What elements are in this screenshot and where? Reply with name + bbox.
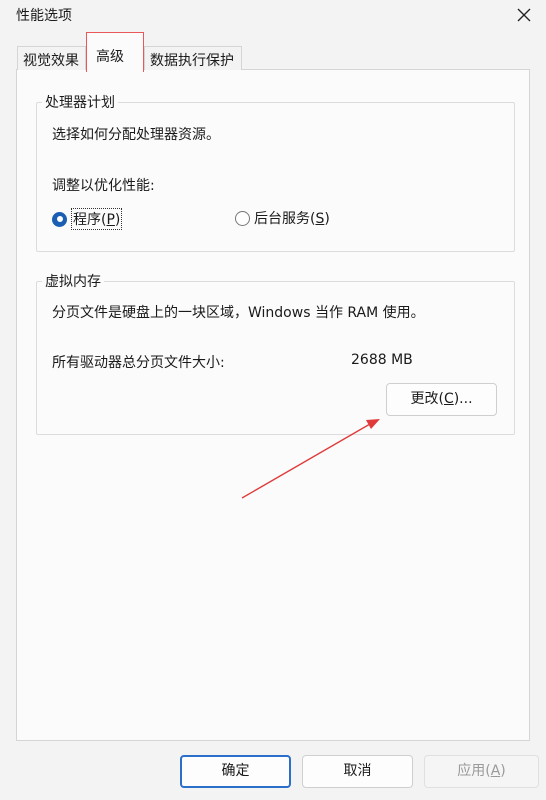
title-bar: 性能选项 <box>0 0 546 30</box>
radio-programs-label: 程序(P) <box>71 208 123 230</box>
performance-options-dialog: 性能选项 处理器计划 选择如何分配处理器资源。 调整以优化性能: 程序(P) 后… <box>0 0 546 800</box>
processor-description: 选择如何分配处理器资源。 <box>52 127 220 143</box>
tab-visual-effects[interactable]: 视觉效果 <box>17 46 86 70</box>
close-icon <box>517 8 531 22</box>
tab-data-execution-prevention[interactable]: 数据执行保护 <box>144 46 242 70</box>
paging-total-label: 所有驱动器总分页文件大小: <box>52 355 225 371</box>
virtual-memory-legend: 虚拟内存 <box>45 274 101 290</box>
radio-programs[interactable]: 程序(P) <box>52 208 123 230</box>
change-virtual-memory-button[interactable]: 更改(C)... <box>386 383 497 416</box>
apply-button[interactable]: 应用(A) <box>424 755 539 788</box>
cancel-button[interactable]: 取消 <box>302 755 413 788</box>
close-button[interactable] <box>512 4 536 26</box>
ok-button[interactable]: 确定 <box>180 755 291 788</box>
radio-background-services[interactable]: 后台服务(S) <box>235 208 330 228</box>
radio-programs-indicator[interactable] <box>52 211 67 227</box>
tab-advanced[interactable]: 高级 <box>86 32 144 72</box>
radio-services-label: 后台服务(S) <box>254 211 330 227</box>
virtual-memory-description: 分页文件是硬盘上的一块区域，Windows 当作 RAM 使用。 <box>52 305 425 321</box>
paging-total-value: 2688 MB <box>351 352 413 368</box>
window-title: 性能选项 <box>16 8 72 24</box>
processor-scheduling-legend: 处理器计划 <box>45 95 115 111</box>
optimize-label: 调整以优化性能: <box>52 178 155 194</box>
radio-services-indicator[interactable] <box>235 210 250 226</box>
